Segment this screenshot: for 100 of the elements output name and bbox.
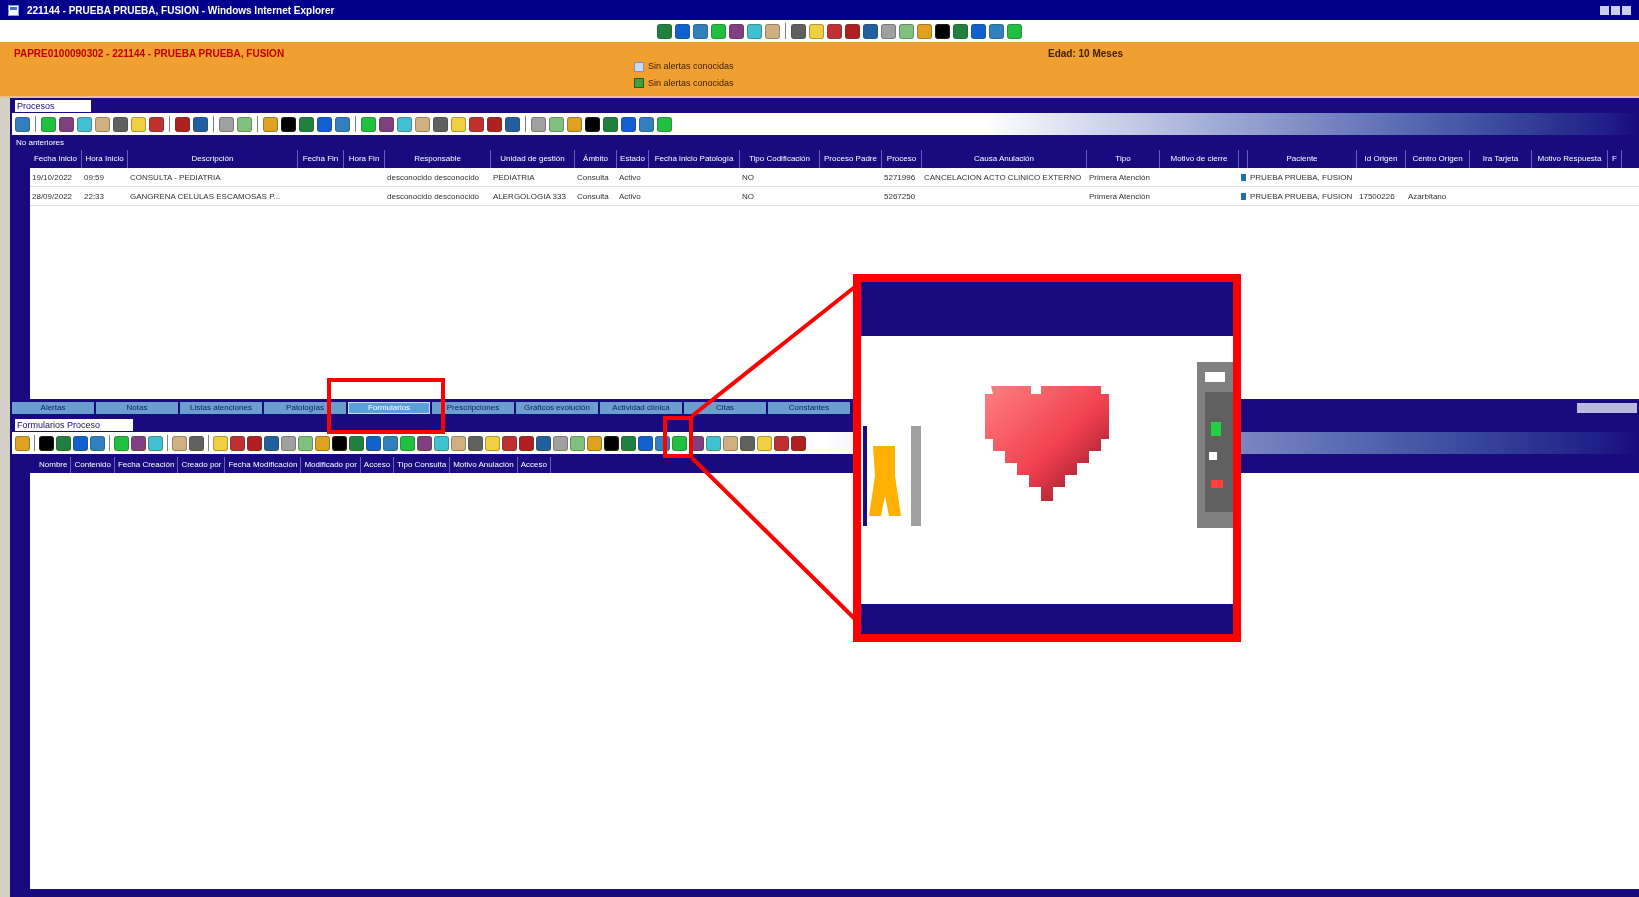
window-title: 221144 - PRUEBA PRUEBA, FUSION - Windows Internet Explorer — [27, 3, 335, 18]
column-header: Causa Anulación — [922, 150, 1087, 168]
tool-icon[interactable] — [657, 23, 672, 39]
tool-icon[interactable] — [469, 116, 484, 132]
tool-icon[interactable] — [247, 435, 262, 451]
tool-icon[interactable] — [585, 116, 600, 132]
patient-id-text: PAPRE0100090302 - 221144 - PRUEBA PRUEBA, FUSION — [14, 47, 285, 61]
column-header: Tipo Consulta — [394, 457, 451, 473]
table-cell: 17500226 — [1359, 190, 1395, 203]
column-header: Fecha Creación — [114, 457, 179, 473]
tool-icon[interactable] — [621, 116, 636, 132]
tool-icon[interactable] — [845, 23, 860, 39]
tab[interactable]: Notas — [96, 402, 178, 414]
tool-icon[interactable] — [604, 435, 619, 451]
tool-icon[interactable] — [149, 116, 164, 132]
tool-icon[interactable] — [536, 435, 551, 451]
column-header: Nombre — [36, 457, 72, 473]
tab[interactable]: Gráficos evolución — [516, 402, 598, 414]
tool-icon[interactable] — [193, 116, 208, 132]
tool-icon[interactable] — [827, 23, 842, 39]
tool-icon[interactable] — [971, 23, 986, 39]
tool-icon[interactable] — [332, 435, 347, 451]
column-header: Modificado por — [301, 457, 361, 473]
tool-icon[interactable] — [15, 116, 30, 132]
column-header: Responsable — [385, 150, 491, 168]
column-header: Fecha inicio Patología — [649, 150, 740, 168]
tool-icon[interactable] — [729, 23, 744, 39]
info-icon — [634, 61, 644, 72]
tool-icon[interactable] — [383, 435, 398, 451]
column-header: Motivo Anulación — [450, 457, 518, 473]
tool-icon[interactable] — [638, 435, 653, 451]
tab[interactable]: Constantes — [768, 402, 850, 414]
column-header: Descripción — [128, 150, 298, 168]
table-cell: GANGRENA CELULAS ESCAMOSAS P... — [130, 190, 281, 203]
tool-icon[interactable] — [519, 435, 534, 451]
tool-icon[interactable] — [317, 116, 332, 132]
tool-icon[interactable] — [468, 435, 483, 451]
tool-icon[interactable] — [379, 116, 394, 132]
tool-icon[interactable] — [39, 435, 54, 451]
tab[interactable]: Prescripciones — [432, 402, 514, 414]
tool-icon[interactable] — [299, 116, 314, 132]
scrollbar-thumb[interactable] — [1577, 403, 1637, 413]
table-cell: PRUEBA PRUEBA, FUSION — [1250, 190, 1353, 203]
tool-icon[interactable] — [230, 435, 245, 451]
column-header: Acceso — [360, 457, 395, 473]
section-label: Formularios Proceso — [15, 419, 133, 431]
tool-icon[interactable] — [774, 435, 789, 451]
tool-icon[interactable] — [505, 116, 520, 132]
tab[interactable]: Citas — [684, 402, 766, 414]
tool-icon[interactable] — [863, 23, 878, 39]
column-header: Centro Origen — [1406, 150, 1470, 168]
tool-icon[interactable] — [953, 23, 968, 39]
tool-icon[interactable] — [417, 435, 432, 451]
tool-icon[interactable] — [989, 23, 1004, 39]
tool-icon[interactable] — [935, 23, 950, 39]
column-header: Contenido — [71, 457, 115, 473]
tool-icon[interactable] — [349, 435, 364, 451]
tool-icon[interactable] — [264, 435, 279, 451]
table-cell: PEDIATRIA — [493, 171, 535, 184]
tab[interactable]: Actividad clínica — [600, 402, 682, 414]
table-cell: ALERGOLOGIA 333 — [493, 190, 566, 203]
tool-icon[interactable] — [740, 435, 755, 451]
table-cell: desconocido desconocido — [387, 171, 480, 184]
tab[interactable]: Listas atenciones — [180, 402, 262, 414]
tool-icon[interactable] — [675, 23, 690, 39]
close-button[interactable] — [1622, 5, 1631, 15]
tool-icon[interactable] — [59, 116, 74, 132]
table-cell: desconocido desconocido — [387, 190, 480, 203]
tool-icon[interactable] — [791, 435, 806, 451]
table-cell: 22:33 — [84, 190, 105, 203]
tool-icon[interactable] — [335, 116, 350, 132]
table-cell: 09:59 — [84, 171, 105, 184]
alert-text: Sin alertas conocidas — [648, 76, 734, 90]
tool-icon[interactable] — [56, 435, 71, 451]
tool-icon[interactable] — [73, 435, 88, 451]
maximize-button[interactable] — [1611, 5, 1620, 15]
tool-icon[interactable] — [281, 116, 296, 132]
tool-icon[interactable] — [621, 435, 636, 451]
table-cell: Consulta — [577, 190, 609, 203]
table-cell: 5271996 — [884, 171, 916, 184]
tool-icon[interactable] — [175, 116, 190, 132]
tool-icon[interactable] — [131, 435, 146, 451]
tool-icon[interactable] — [693, 23, 708, 39]
tool-icon[interactable] — [189, 435, 204, 451]
tool-icon[interactable] — [603, 116, 618, 132]
tool-icon[interactable] — [113, 116, 128, 132]
tab[interactable]: Alertas — [12, 402, 94, 414]
tool-icon[interactable] — [791, 23, 806, 39]
tool-icon[interactable] — [366, 435, 381, 451]
tool-icon[interactable] — [639, 116, 654, 132]
tool-icon[interactable] — [90, 435, 105, 451]
minimize-button[interactable] — [1600, 5, 1609, 15]
tool-icon[interactable] — [487, 116, 502, 132]
tool-icon[interactable] — [433, 116, 448, 132]
document-icon — [1241, 174, 1246, 181]
tab[interactable]: Patologías — [264, 402, 346, 414]
tab[interactable]: Formularios — [348, 402, 430, 414]
tool-icon[interactable] — [502, 435, 517, 451]
column-header: Hora Fin — [344, 150, 385, 168]
section-label: Procesos — [15, 100, 91, 112]
